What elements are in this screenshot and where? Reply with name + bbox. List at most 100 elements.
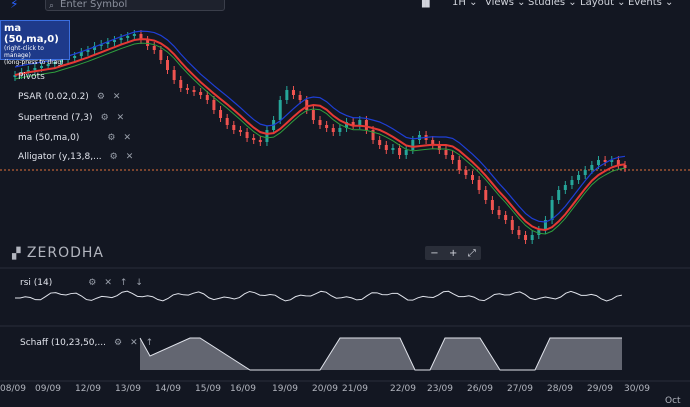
candle (245, 132, 249, 138)
candle (132, 34, 136, 36)
candle (411, 140, 415, 150)
candle (550, 200, 554, 220)
close-icon[interactable]: ✕ (130, 338, 138, 348)
close-icon[interactable]: ✕ (126, 152, 134, 162)
candle (338, 128, 342, 132)
legend-label: Supertrend (7,3) (18, 113, 93, 123)
candle (199, 92, 203, 95)
arrow-up-icon[interactable]: ↑ (146, 338, 154, 348)
interval-menu[interactable]: 1H ⌄ (452, 0, 477, 8)
close-icon[interactable]: ✕ (104, 278, 112, 288)
candle (490, 200, 494, 210)
candle (590, 165, 594, 170)
search-placeholder: Enter Symbol (60, 0, 128, 10)
fit-icon[interactable]: ⤢ (468, 248, 476, 259)
close-icon[interactable]: ✕ (117, 113, 125, 123)
symbol-search-input[interactable]: ⌕ Enter Symbol (45, 0, 225, 11)
x-axis-label: 23/09 (427, 384, 453, 394)
legend-alligator[interactable]: Alligator (y,13,8,... ⚙ ✕ (18, 150, 133, 164)
legend-supertrend[interactable]: Supertrend (7,3) ⚙ ✕ (18, 111, 124, 125)
arrow-down-icon[interactable]: ↓ (135, 278, 143, 288)
candle (311, 110, 315, 120)
x-axis-label: 13/09 (115, 384, 141, 394)
bolt-icon[interactable]: ⚡ (10, 0, 18, 11)
candle (318, 120, 322, 125)
x-axis-label: 08/09 (0, 384, 26, 394)
candle (404, 150, 408, 155)
candle (172, 70, 176, 80)
candle (457, 160, 461, 170)
candle (557, 190, 561, 200)
search-icon: ⌕ (49, 1, 55, 11)
x-axis-label: 14/09 (155, 384, 181, 394)
candle (477, 180, 481, 190)
x-axis-label: 28/09 (547, 384, 573, 394)
candle (179, 80, 183, 88)
layout-menu[interactable]: Layout ⌄ (580, 0, 626, 8)
gear-icon[interactable]: ⚙ (114, 338, 122, 348)
candle (583, 170, 587, 175)
arrow-up-icon[interactable]: ↑ (120, 278, 128, 288)
legend-label: rsi (14) (20, 278, 53, 288)
candle (358, 120, 362, 125)
x-axis-label: 30/09 (624, 384, 650, 394)
candle (265, 130, 269, 142)
candle (596, 160, 600, 165)
candle (570, 180, 574, 185)
candle (232, 125, 236, 130)
zoom-in-button[interactable]: + (449, 248, 457, 259)
legend-pivots[interactable]: Pivots (18, 70, 45, 84)
candle-type-icon[interactable]: ▐▌ (418, 0, 433, 8)
tooltip-title: ma (50,ma,0) (4, 23, 59, 45)
candle (112, 40, 116, 42)
candle (464, 170, 468, 175)
gear-icon[interactable]: ⚙ (97, 92, 105, 102)
x-axis-label: 27/09 (507, 384, 533, 394)
candle (252, 138, 256, 140)
candle (298, 95, 302, 100)
x-axis-label: 26/09 (467, 384, 493, 394)
studies-menu[interactable]: Studies ⌄ (528, 0, 577, 8)
legend-schaff[interactable]: Schaff (10,23,50,... ⚙ ✕ ↑ (20, 336, 153, 350)
x-axis-label: 09/09 (35, 384, 61, 394)
candle (238, 130, 242, 132)
candle (152, 46, 156, 50)
candle (563, 185, 567, 190)
candle (212, 100, 216, 110)
brand-logo: ▞ ZERODHA (12, 245, 104, 261)
legend-ma[interactable]: ma (50,ma,0) ⚙ ✕ (18, 131, 131, 145)
x-axis-label: 12/09 (75, 384, 101, 394)
x-axis-label: 21/09 (342, 384, 368, 394)
candle (497, 210, 501, 215)
candle (278, 100, 282, 120)
candle (119, 38, 123, 40)
close-icon[interactable]: ✕ (123, 133, 131, 143)
candle (40, 66, 44, 68)
candle (185, 88, 189, 90)
candle (305, 100, 309, 110)
candle (192, 90, 196, 92)
rsi-line (14, 290, 623, 302)
candle (325, 125, 329, 128)
legend-rsi[interactable]: rsi (14) ⚙ ✕ ↑ ↓ (20, 276, 143, 290)
legend-label: Pivots (18, 72, 45, 82)
candle (391, 148, 395, 150)
events-menu[interactable]: Events ⌄ (628, 0, 673, 8)
candle (603, 160, 607, 162)
zoom-out-button[interactable]: − (430, 248, 438, 259)
layout-label: Layout (580, 0, 614, 8)
legend-psar[interactable]: PSAR (0.02,0.2) ⚙ ✕ (18, 90, 120, 104)
views-menu[interactable]: Views ⌄ (485, 0, 526, 8)
x-axis-label: 22/09 (390, 384, 416, 394)
close-icon[interactable]: ✕ (113, 92, 121, 102)
gear-icon[interactable]: ⚙ (101, 113, 109, 123)
candle (524, 235, 528, 240)
candle (166, 60, 169, 70)
tooltip-hint: (long-press to drag) (4, 59, 64, 66)
gear-icon[interactable]: ⚙ (107, 133, 115, 143)
candle (444, 150, 448, 155)
candle (504, 215, 508, 220)
gear-icon[interactable]: ⚙ (110, 152, 118, 162)
candle (484, 190, 488, 200)
gear-icon[interactable]: ⚙ (88, 278, 96, 288)
